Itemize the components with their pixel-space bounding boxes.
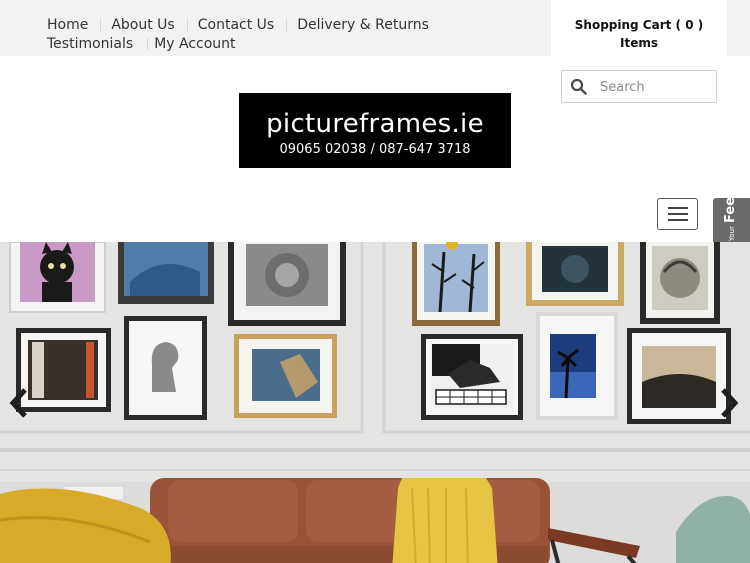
nav-my-account-link[interactable]: My Account (154, 37, 235, 51)
top-navigation: Home About Us Contact Us Delivery & Returns… (47, 14, 547, 52)
chevron-left-icon[interactable] (8, 387, 30, 419)
site-logo[interactable]: pictureframes.ie 09065 02038 / 087-647 3… (239, 93, 511, 168)
nav-divider (147, 37, 149, 50)
cart-items-label: Items (620, 36, 658, 50)
nav-divider (100, 18, 102, 31)
nav-divider (186, 18, 188, 31)
search-input[interactable] (600, 77, 710, 97)
hamburger-menu-icon[interactable] (657, 198, 698, 230)
hamburger-bar (668, 213, 688, 215)
logo-name: pictureframes.ie (266, 109, 484, 139)
chevron-right-icon[interactable] (718, 387, 740, 419)
search-icon[interactable] (570, 78, 587, 95)
hamburger-bar (668, 219, 688, 221)
cart-label: Shopping Cart ( 0 ) (574, 18, 704, 32)
nav-divider (286, 18, 288, 31)
search-box (561, 70, 717, 103)
shopping-cart-button[interactable]: Shopping Cart ( 0 ) Items (551, 0, 727, 56)
nav-testimonials-link[interactable]: Testimonials (47, 37, 133, 51)
top-bar: Home About Us Contact Us Delivery & Returns… (0, 0, 750, 56)
nav-home-link[interactable]: Home (47, 18, 88, 32)
feedback-big-label: Feedback (723, 153, 738, 224)
nav-contact-us-link[interactable]: Contact Us (198, 18, 274, 32)
logo-phone: 09065 02038 / 087-647 3718 (279, 142, 471, 157)
nav-about-us-link[interactable]: About Us (111, 18, 174, 32)
hamburger-bar (668, 207, 688, 209)
hero-image (0, 242, 750, 563)
hero-slider (0, 242, 750, 563)
nav-delivery-returns-link[interactable]: Delivery & Returns (297, 18, 429, 32)
